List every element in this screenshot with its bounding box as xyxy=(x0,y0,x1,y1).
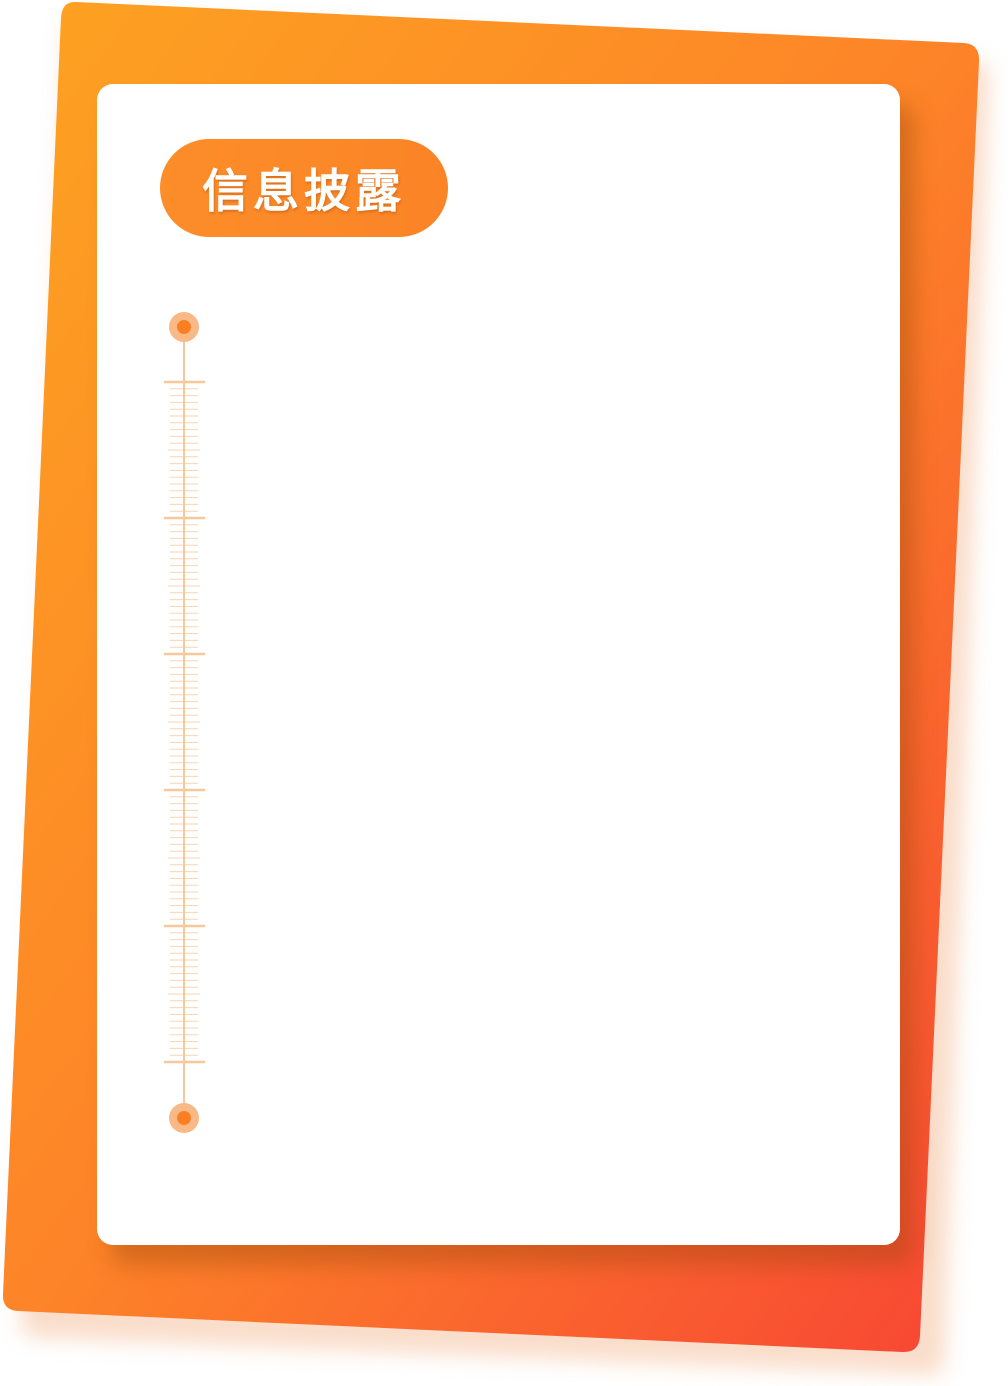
section-title: 信息披露 xyxy=(202,164,406,218)
section-title-badge: 信息披露 xyxy=(160,139,448,237)
page-root: 信息披露 xyxy=(0,0,1008,1386)
timeline-dot-icon xyxy=(169,312,199,342)
timeline-dot-icon xyxy=(169,1103,199,1133)
timeline-ruler xyxy=(164,312,205,1133)
